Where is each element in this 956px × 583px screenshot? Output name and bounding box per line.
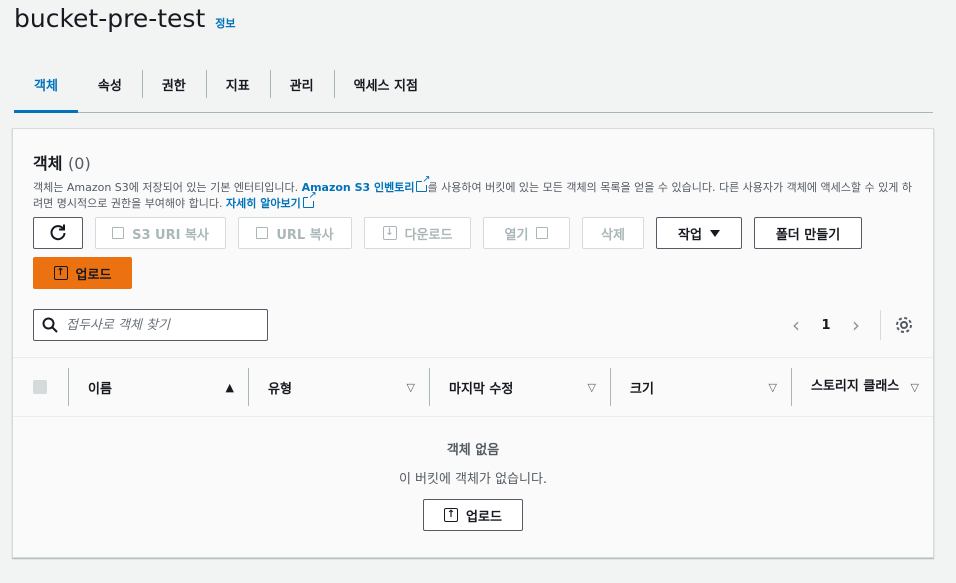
sort-icon: ▽ (910, 380, 919, 394)
create-folder-button[interactable]: 폴더 만들기 (754, 217, 862, 249)
tab-access-points[interactable]: 액세스 지점 (333, 56, 438, 112)
search-input[interactable] (66, 317, 246, 333)
refresh-button[interactable] (33, 217, 83, 249)
open-button[interactable]: 열기 (483, 217, 570, 249)
column-name-label: 이름 (88, 381, 112, 397)
pager-divider (880, 310, 881, 340)
gear-icon[interactable] (895, 316, 913, 334)
download-button[interactable]: ↓ 다운로드 (364, 217, 471, 249)
tab-permissions[interactable]: 권한 (141, 56, 206, 112)
tab-management[interactable]: 관리 (269, 56, 334, 112)
empty-upload-label: 업로드 (466, 509, 502, 525)
panel-title: 객체 (0) (33, 150, 913, 174)
external-link-icon (302, 191, 317, 208)
sort-ascending-icon: ▲ (225, 380, 234, 394)
select-all-checkbox[interactable] (33, 380, 47, 394)
object-count: (0) (68, 154, 91, 173)
upload-icon: ↑ (53, 266, 68, 280)
column-size-label: 크기 (630, 381, 654, 397)
external-link-icon (416, 175, 431, 192)
object-toolbar: S3 URI 복사 URL 복사 ↓ 다운로드 열기 삭제 작업 폴더 만들기 (33, 217, 862, 249)
column-storage-class[interactable]: 스토리지 클래스 ▽ (791, 358, 933, 416)
chevron-right-icon[interactable]: › (846, 315, 866, 335)
page-title: bucket-pre-test (14, 4, 206, 33)
inventory-link[interactable]: Amazon S3 인벤토리 (302, 181, 415, 194)
tab-properties[interactable]: 속성 (78, 56, 142, 112)
empty-title: 객체 없음 (446, 443, 500, 458)
upload-icon: ↑ (444, 508, 459, 522)
panel-header: 객체 (0) 객체는 Amazon S3에 저장되어 있는 기본 엔터티입니다.… (33, 150, 913, 212)
panel-description: 객체는 Amazon S3에 저장되어 있는 기본 엔터티입니다. Amazon… (33, 175, 913, 212)
upload-row: ↑ 업로드 (33, 257, 132, 289)
desc-text-1: 객체는 Amazon S3에 저장되어 있는 기본 엔터티입니다. (33, 181, 302, 194)
page-header: bucket-pre-test 정보 (14, 4, 236, 33)
upload-label: 업로드 (75, 267, 112, 283)
copy-url-label: URL 복사 (276, 227, 334, 243)
copy-icon (112, 227, 125, 239)
copy-icon (256, 227, 269, 239)
column-last-modified[interactable]: 마지막 수정 ▽ (429, 358, 610, 416)
empty-state: 객체 없음 이 버킷에 객체가 없습니다. ↑ 업로드 (13, 439, 933, 531)
actions-label: 작업 (678, 227, 702, 243)
external-link-icon (536, 227, 549, 239)
column-type[interactable]: 유형 ▽ (248, 358, 429, 416)
search-box (33, 309, 268, 341)
learn-more-link[interactable]: 자세히 알아보기 (226, 197, 301, 210)
upload-button[interactable]: ↑ 업로드 (33, 257, 132, 289)
column-type-label: 유형 (268, 381, 292, 397)
actions-dropdown[interactable]: 작업 (656, 217, 742, 249)
table-header: 이름 ▲ 유형 ▽ 마지막 수정 ▽ 크기 ▽ 스토리지 클래스 ▽ (13, 357, 933, 417)
column-size[interactable]: 크기 ▽ (610, 358, 791, 416)
caret-down-icon (709, 229, 720, 237)
panel-title-text: 객체 (33, 154, 63, 173)
chevron-left-icon[interactable]: ‹ (786, 315, 806, 335)
empty-message: 이 버킷에 객체가 없습니다. (398, 472, 548, 487)
tab-metrics[interactable]: 지표 (205, 56, 270, 112)
download-icon: ↓ (382, 226, 397, 240)
objects-panel: 객체 (0) 객체는 Amazon S3에 저장되어 있는 기본 엔터티입니다.… (12, 128, 934, 558)
open-label: 열기 (504, 227, 529, 243)
info-link[interactable]: 정보 (215, 15, 235, 31)
delete-label: 삭제 (601, 227, 625, 243)
sort-icon: ▽ (768, 380, 777, 394)
delete-button[interactable]: 삭제 (582, 217, 644, 249)
tab-bar: 객체 속성 권한 지표 관리 액세스 지점 (14, 56, 933, 113)
column-last-modified-label: 마지막 수정 (449, 381, 514, 397)
copy-s3-uri-button[interactable]: S3 URI 복사 (95, 217, 226, 249)
sort-icon: ▽ (587, 380, 596, 394)
sort-icon: ▽ (406, 380, 415, 394)
page-number[interactable]: 1 (816, 318, 836, 333)
copy-url-button[interactable]: URL 복사 (238, 217, 352, 249)
refresh-icon (50, 224, 66, 241)
download-label: 다운로드 (404, 227, 453, 243)
tab-objects[interactable]: 객체 (14, 56, 78, 113)
create-folder-label: 폴더 만들기 (775, 227, 841, 243)
copy-s3-uri-label: S3 URI 복사 (132, 227, 209, 243)
column-name[interactable]: 이름 ▲ (68, 358, 248, 416)
select-all-cell (13, 358, 68, 416)
search-icon (42, 317, 58, 333)
empty-upload-button[interactable]: ↑ 업로드 (423, 499, 523, 531)
pagination: ‹ 1 › (786, 310, 913, 340)
column-storage-class-label: 스토리지 클래스 (811, 379, 900, 394)
